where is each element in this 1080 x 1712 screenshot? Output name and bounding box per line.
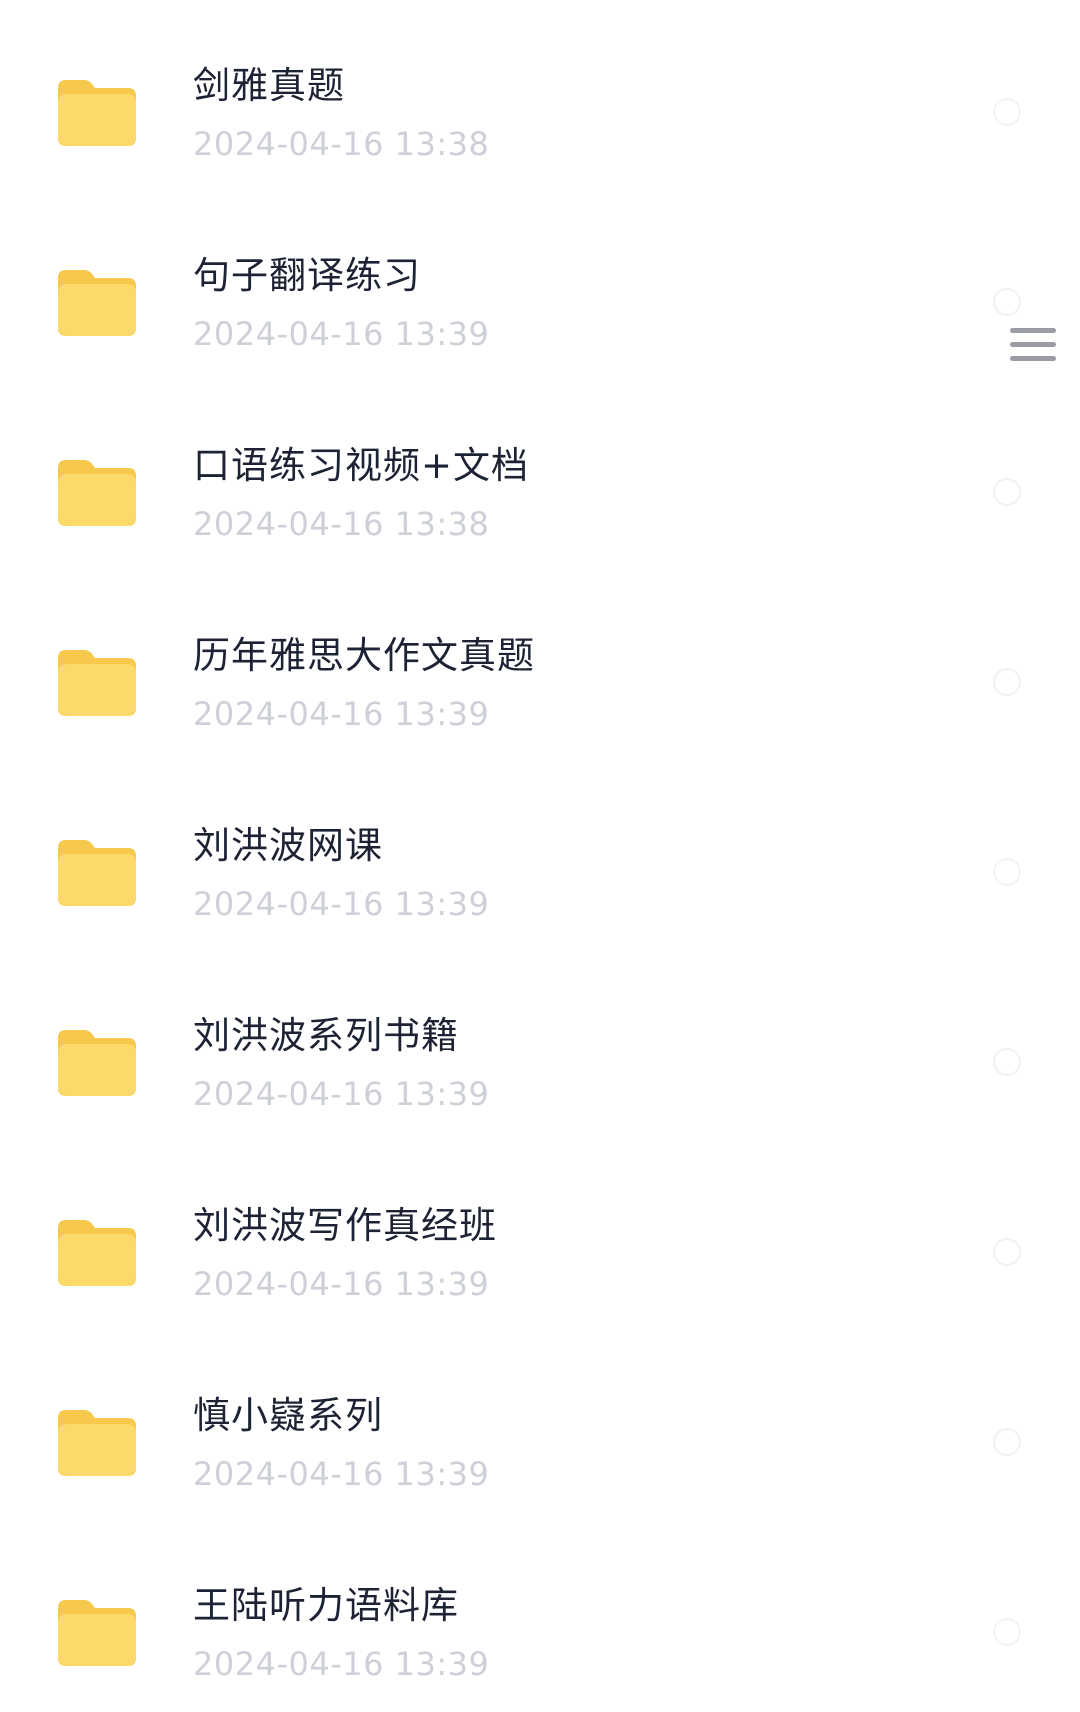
file-name: 句子翻译练习 — [193, 254, 421, 297]
list-item[interactable]: 剑雅真题 2024-04-16 13:38 — [0, 0, 1080, 190]
file-name: 刘洪波系列书籍 — [193, 1014, 459, 1057]
file-list: 剑雅真题 2024-04-16 13:38 句子翻译练习 2024-04-16 … — [0, 0, 1080, 1710]
list-item[interactable]: 口语练习视频+文档 2024-04-16 13:38 — [0, 380, 1080, 570]
folder-icon — [56, 1024, 138, 1098]
file-date: 2024-04-16 13:39 — [193, 1075, 490, 1113]
file-date: 2024-04-16 13:39 — [193, 315, 490, 353]
select-radio[interactable] — [993, 1428, 1021, 1456]
select-radio[interactable] — [993, 858, 1021, 886]
file-name: 慎小嶷系列 — [193, 1394, 383, 1437]
file-date: 2024-04-16 13:39 — [193, 1645, 490, 1683]
select-radio[interactable] — [993, 1048, 1021, 1076]
list-item[interactable]: 历年雅思大作文真题 2024-04-16 13:39 — [0, 570, 1080, 760]
list-item[interactable]: 王陆听力语料库 2024-04-16 13:39 — [0, 1520, 1080, 1710]
menu-icon-bar — [1010, 356, 1056, 361]
file-date: 2024-04-16 13:38 — [193, 505, 490, 543]
select-radio[interactable] — [993, 478, 1021, 506]
folder-icon — [56, 1214, 138, 1288]
select-radio[interactable] — [993, 668, 1021, 696]
select-radio[interactable] — [993, 288, 1021, 316]
list-item[interactable]: 慎小嶷系列 2024-04-16 13:39 — [0, 1330, 1080, 1520]
select-radio[interactable] — [993, 98, 1021, 126]
file-name: 历年雅思大作文真题 — [193, 634, 535, 677]
folder-icon — [56, 454, 138, 528]
folder-icon — [56, 1404, 138, 1478]
list-item[interactable]: 刘洪波写作真经班 2024-04-16 13:39 — [0, 1140, 1080, 1330]
file-name: 刘洪波写作真经班 — [193, 1204, 497, 1247]
select-radio[interactable] — [993, 1618, 1021, 1646]
file-date: 2024-04-16 13:39 — [193, 1455, 490, 1493]
list-item[interactable]: 刘洪波网课 2024-04-16 13:39 — [0, 760, 1080, 950]
menu-icon-bar — [1010, 342, 1056, 347]
select-radio[interactable] — [993, 1238, 1021, 1266]
file-name: 口语练习视频+文档 — [193, 444, 530, 487]
list-item[interactable]: 句子翻译练习 2024-04-16 13:39 — [0, 190, 1080, 380]
folder-icon — [56, 74, 138, 148]
menu-icon[interactable] — [1008, 326, 1056, 366]
list-item[interactable]: 刘洪波系列书籍 2024-04-16 13:39 — [0, 950, 1080, 1140]
folder-icon — [56, 264, 138, 338]
folder-icon — [56, 1594, 138, 1668]
file-date: 2024-04-16 13:38 — [193, 125, 490, 163]
file-date: 2024-04-16 13:39 — [193, 885, 490, 923]
menu-icon-bar — [1010, 328, 1056, 333]
file-date: 2024-04-16 13:39 — [193, 695, 490, 733]
file-date: 2024-04-16 13:39 — [193, 1265, 490, 1303]
file-name: 剑雅真题 — [193, 64, 345, 107]
folder-icon — [56, 834, 138, 908]
folder-icon — [56, 644, 138, 718]
file-name: 王陆听力语料库 — [193, 1584, 459, 1627]
file-name: 刘洪波网课 — [193, 824, 383, 867]
